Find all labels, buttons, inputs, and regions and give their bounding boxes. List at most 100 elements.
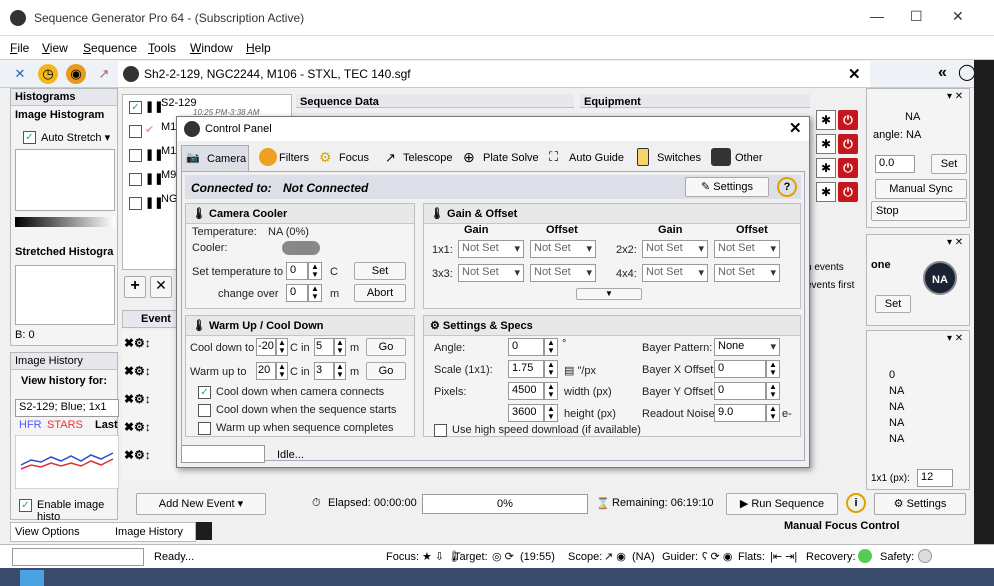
offset-2x2-select[interactable]: Not Set (714, 240, 780, 258)
timer-icon[interactable]: ◷ (38, 64, 58, 84)
menu-window[interactable]: Window (190, 41, 233, 55)
manual-sync-button[interactable]: Manual Sync (875, 179, 967, 199)
readout-noise-spinner[interactable]: ▲ ▼ (766, 404, 780, 422)
collapse-icon[interactable]: « (938, 64, 947, 82)
set-temp-field[interactable]: 0 (286, 262, 308, 280)
camera-settings-button[interactable]: ✎ Settings (685, 177, 769, 197)
abort-button[interactable]: Abort (354, 284, 406, 302)
tab-other[interactable]: Other (735, 152, 763, 164)
power-icon[interactable]: ⏻ (838, 182, 858, 202)
event-tools-icon[interactable]: ✖⚙↕ (124, 448, 151, 462)
power-icon[interactable]: ⏻ (838, 158, 858, 178)
target-checkbox-1[interactable]: ✓ (129, 101, 142, 114)
readout-noise-field[interactable]: 9.0 (714, 404, 766, 422)
dialog-close-icon[interactable]: ✕ (789, 119, 802, 137)
close-icon[interactable]: ✕ (952, 8, 964, 25)
cool-go-button[interactable]: Go (366, 338, 406, 356)
cool-min-spinner[interactable]: ▲ ▼ (334, 338, 346, 356)
equipment-settings-icon[interactable]: ✱ (816, 110, 836, 130)
remove-target-button[interactable]: ✕ (150, 276, 172, 298)
warm-temp-field[interactable]: 20 (256, 362, 276, 380)
hfr-label[interactable]: HFR (19, 419, 42, 431)
equipment-settings-icon[interactable]: ✱ (816, 158, 836, 178)
cool-temp-spinner[interactable]: ▲ ▼ (276, 338, 288, 356)
change-over-spinner[interactable]: ▲ ▼ (308, 284, 322, 302)
run-sequence-button[interactable]: ▶ Run Sequence (726, 493, 838, 515)
bayer-pattern-select[interactable]: None (714, 338, 780, 356)
bayer-x-spinner[interactable]: ▲ ▼ (766, 360, 780, 378)
menu-tools[interactable]: Tools (148, 41, 176, 55)
tools-icon[interactable]: ✕ (10, 64, 30, 84)
event-tools-icon[interactable]: ✖⚙↕ (124, 336, 151, 350)
cooler-toggle[interactable] (282, 241, 320, 255)
auto-stretch-dropdown[interactable]: Auto Stretch ▾ (41, 131, 110, 144)
tab-view-options[interactable]: View Options (15, 526, 80, 538)
help-icon[interactable]: ? (777, 177, 797, 197)
height-spinner[interactable]: ▲ ▼ (544, 404, 558, 422)
target-name-1[interactable]: S2-129 (161, 97, 196, 109)
gain-3x3-select[interactable]: Not Set (458, 264, 524, 282)
equipment-settings-icon[interactable]: ✱ (816, 182, 836, 202)
menu-view[interactable]: View (42, 41, 68, 55)
maximize-icon[interactable]: ☐ (910, 8, 923, 25)
gain-4x4-select[interactable]: Not Set (642, 264, 708, 282)
tab-camera[interactable]: 📷 Camera (181, 145, 249, 171)
scale-spinner[interactable]: ▲ ▼ (544, 360, 558, 378)
panel-pin-icon[interactable]: ▾ ✕ (947, 91, 963, 102)
scale-field[interactable]: 1.75 (508, 360, 544, 378)
gain-1x1-select[interactable]: Not Set (458, 240, 524, 258)
close-document-icon[interactable]: ✕ (848, 65, 861, 83)
fx-field[interactable]: 12 (917, 469, 953, 487)
stars-label[interactable]: STARS (47, 419, 83, 431)
change-over-field[interactable]: 0 (286, 284, 308, 302)
target-icon[interactable]: ◉ (66, 64, 86, 84)
add-event-button[interactable]: Add New Event ▾ (136, 493, 266, 515)
set-temp-button[interactable]: Set (354, 262, 406, 280)
tab-auto-guide[interactable]: Auto Guide (569, 152, 624, 164)
tab-telescope[interactable]: Telescope (403, 152, 453, 164)
auto-stretch-checkbox[interactable]: ✓ (23, 131, 36, 144)
document-tab[interactable]: Sh2-2-129, NGC2244, M106 - STXL, TEC 140… (118, 61, 870, 87)
width-spinner[interactable]: ▲ ▼ (544, 382, 558, 400)
warm-go-button[interactable]: Go (366, 362, 406, 380)
enable-history-checkbox[interactable]: ✓ (19, 499, 32, 512)
warm-min-spinner[interactable]: ▲ ▼ (334, 362, 346, 380)
power-icon[interactable]: ⏻ (838, 110, 858, 130)
menu-file[interactable]: File (10, 41, 29, 55)
event-tools-icon[interactable]: ✖⚙↕ (124, 392, 151, 406)
panel-pin-icon[interactable]: ▾ ✕ (947, 237, 963, 248)
telescope-icon[interactable]: ↗ (94, 64, 114, 84)
equipment-settings-icon[interactable]: ✱ (816, 134, 836, 154)
offset-4x4-select[interactable]: Not Set (714, 264, 780, 282)
info-icon[interactable]: i (846, 493, 866, 513)
tab-focus[interactable]: Focus (339, 152, 369, 164)
power-icon[interactable]: ⏻ (838, 134, 858, 154)
target-checkbox-2[interactable] (129, 125, 142, 138)
minimize-icon[interactable]: — (870, 8, 884, 24)
warm-temp-spinner[interactable]: ▲ ▼ (276, 362, 288, 380)
gain-2x2-select[interactable]: Not Set (642, 240, 708, 258)
event-tools-icon[interactable]: ✖⚙↕ (124, 364, 151, 378)
menu-help[interactable]: Help (246, 41, 271, 55)
taskbar-app-icon[interactable] (20, 570, 44, 586)
high-speed-checkbox[interactable] (434, 424, 447, 437)
offset-1x1-select[interactable]: Not Set (530, 240, 596, 258)
tab-filters[interactable]: Filters (279, 152, 309, 164)
target-checkbox-4[interactable] (129, 173, 142, 186)
expand-gain-button[interactable]: ▼ (576, 288, 642, 300)
cool-min-field[interactable]: 5 (314, 338, 334, 356)
right-set-button[interactable]: Set (931, 154, 967, 174)
history-target-select[interactable]: S2-129; Blue; 1x1 (15, 399, 119, 417)
offset-3x3-select[interactable]: Not Set (530, 264, 596, 282)
tab-plate-solve[interactable]: Plate Solve (483, 152, 539, 164)
add-target-button[interactable]: + (124, 276, 146, 298)
right-set-button-2[interactable]: Set (875, 295, 911, 313)
target-checkbox-5[interactable] (129, 197, 142, 210)
stop-button[interactable]: Stop (871, 201, 967, 221)
bayer-y-spinner[interactable]: ▲ ▼ (766, 382, 780, 400)
bayer-x-field[interactable]: 0 (714, 360, 766, 378)
cool-on-connect-checkbox[interactable]: ✓ (198, 386, 211, 399)
event-tools-icon[interactable]: ✖⚙↕ (124, 420, 151, 434)
cool-temp-field[interactable]: -20 (256, 338, 276, 356)
settings-button[interactable]: ⚙ Settings (874, 493, 966, 515)
